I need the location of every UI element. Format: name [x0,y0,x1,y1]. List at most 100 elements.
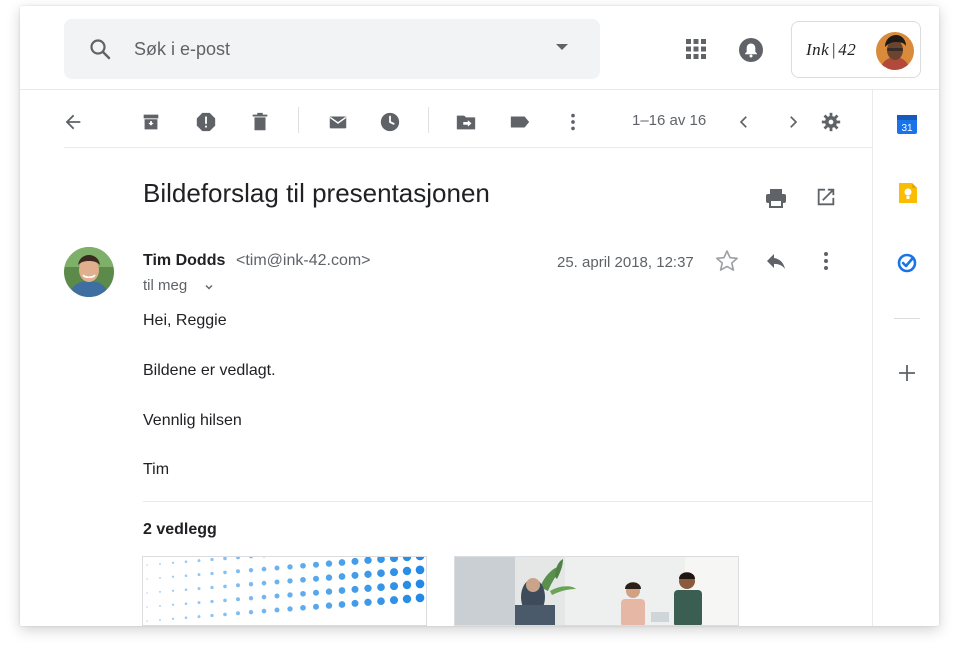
account-switcher[interactable]: Ink | 42 [791,21,921,78]
chevron-right-icon [790,116,798,128]
sender-avatar[interactable] [64,247,114,297]
report-spam-button[interactable] [190,106,222,138]
search-bar[interactable] [64,19,600,79]
search-icon[interactable] [88,37,112,61]
apps-grid-icon[interactable] [685,38,707,60]
attachments-divider [143,501,872,502]
decorative-light-dot [415,593,425,603]
label-button[interactable] [504,106,536,138]
tasks-icon[interactable] [896,252,918,274]
decorative-light-dot [351,571,359,579]
message-body-line: Vennlig hilsen [143,412,242,429]
keep-icon[interactable] [896,182,918,204]
more-actions-button[interactable] [557,106,589,138]
decorative-light-dot [184,574,188,578]
decorative-light-dot [312,575,320,582]
print-icon[interactable] [764,186,788,210]
older-button[interactable] [777,106,809,138]
decorative-light-dot [171,589,175,592]
reply-icon[interactable] [764,249,788,273]
decorative-light-dot [287,606,293,612]
attachment-thumbnail[interactable] [454,556,739,626]
move-to-button[interactable] [450,106,482,138]
decorative-light-dot [287,592,293,598]
notifications-bell-icon[interactable] [738,37,764,63]
decorative-light-dot [210,557,214,562]
decorative-light-dot [389,582,399,591]
report-spam-icon [196,112,216,132]
search-options-caret-icon[interactable] [556,44,568,50]
organization-logo: Ink | 42 [806,40,857,59]
decorative-light-dot [248,557,254,559]
toolbar-separator [428,107,429,133]
decorative-light-dot [223,584,227,589]
message-body-line: Bildene er vedlagt. [143,362,276,379]
attachments-count: 2 vedlegg [143,521,217,538]
star-icon[interactable] [714,248,740,274]
gear-icon [821,112,841,132]
decorative-light-dot [389,568,399,577]
decorative-light-dot [146,606,148,608]
decorative-light-dot [312,561,320,568]
decorative-light-dot [377,557,385,564]
decorative-light-dot [236,569,240,574]
decorative-light-dot [351,585,359,593]
decorative-light-dot [402,566,412,576]
back-button[interactable] [57,106,89,138]
delete-button[interactable] [244,106,276,138]
decorative-light-dot [171,617,175,620]
message-body-line: Tim [143,461,170,478]
decorative-light-dot [364,570,372,578]
attachment-thumbnail[interactable] [142,556,427,626]
decorative-light-dot [325,588,333,595]
decorative-light-dot [210,599,214,604]
newer-button[interactable] [728,106,760,138]
more-vertical-icon [571,113,575,131]
decorative-light-dot [389,596,399,605]
decorative-light-dot [325,560,333,567]
decorative-light-dot [171,575,175,578]
decorative-light-dot [312,589,320,596]
mail-icon [329,116,347,129]
snooze-button[interactable] [374,106,406,138]
decorative-light-dot [261,608,267,614]
trash-icon [252,112,268,131]
decorative-light-dot [159,590,161,593]
settings-button[interactable] [815,106,847,138]
archive-button[interactable] [135,106,167,138]
decorative-light-dot [159,618,161,621]
chevron-down-icon[interactable] [204,282,214,292]
recipient-details[interactable]: til meg [143,277,187,294]
add-addon-plus-icon[interactable] [896,362,918,384]
decorative-light-dot [210,585,214,590]
message-date: 25. april 2018, 12:37 [557,254,694,271]
calendar-icon[interactable]: 31 [896,113,918,135]
decorative-light-dot [197,573,201,577]
decorative-light-dot [364,584,372,592]
decorative-light-dot [415,557,425,561]
search-input[interactable] [134,37,534,61]
decorative-light-dot [236,583,240,588]
header-divider [20,89,939,90]
decorative-light-dot [146,620,148,622]
sender-name[interactable]: Tim Dodds [143,252,225,270]
decorative-light-dot [377,569,385,578]
mark-unread-button[interactable] [322,106,354,138]
user-avatar[interactable] [876,32,914,70]
chevron-left-icon [739,116,747,128]
side-panel-divider [872,90,873,626]
archive-icon [143,114,159,130]
decorative-light-dot [274,565,280,571]
decorative-light-dot [248,568,254,573]
decorative-light-dot [300,562,306,569]
decorative-light-dot [171,603,175,606]
more-vertical-icon[interactable] [814,249,838,273]
decorative-light-dot [338,601,346,608]
decorative-light-dot [274,593,280,599]
open-in-new-window-icon[interactable] [815,186,837,208]
decorative-light-dot [274,607,280,613]
decorative-light-dot [159,576,161,579]
decorative-light-dot [197,615,201,619]
decorative-light-dot [287,578,293,584]
decorative-light-dot [351,557,359,565]
